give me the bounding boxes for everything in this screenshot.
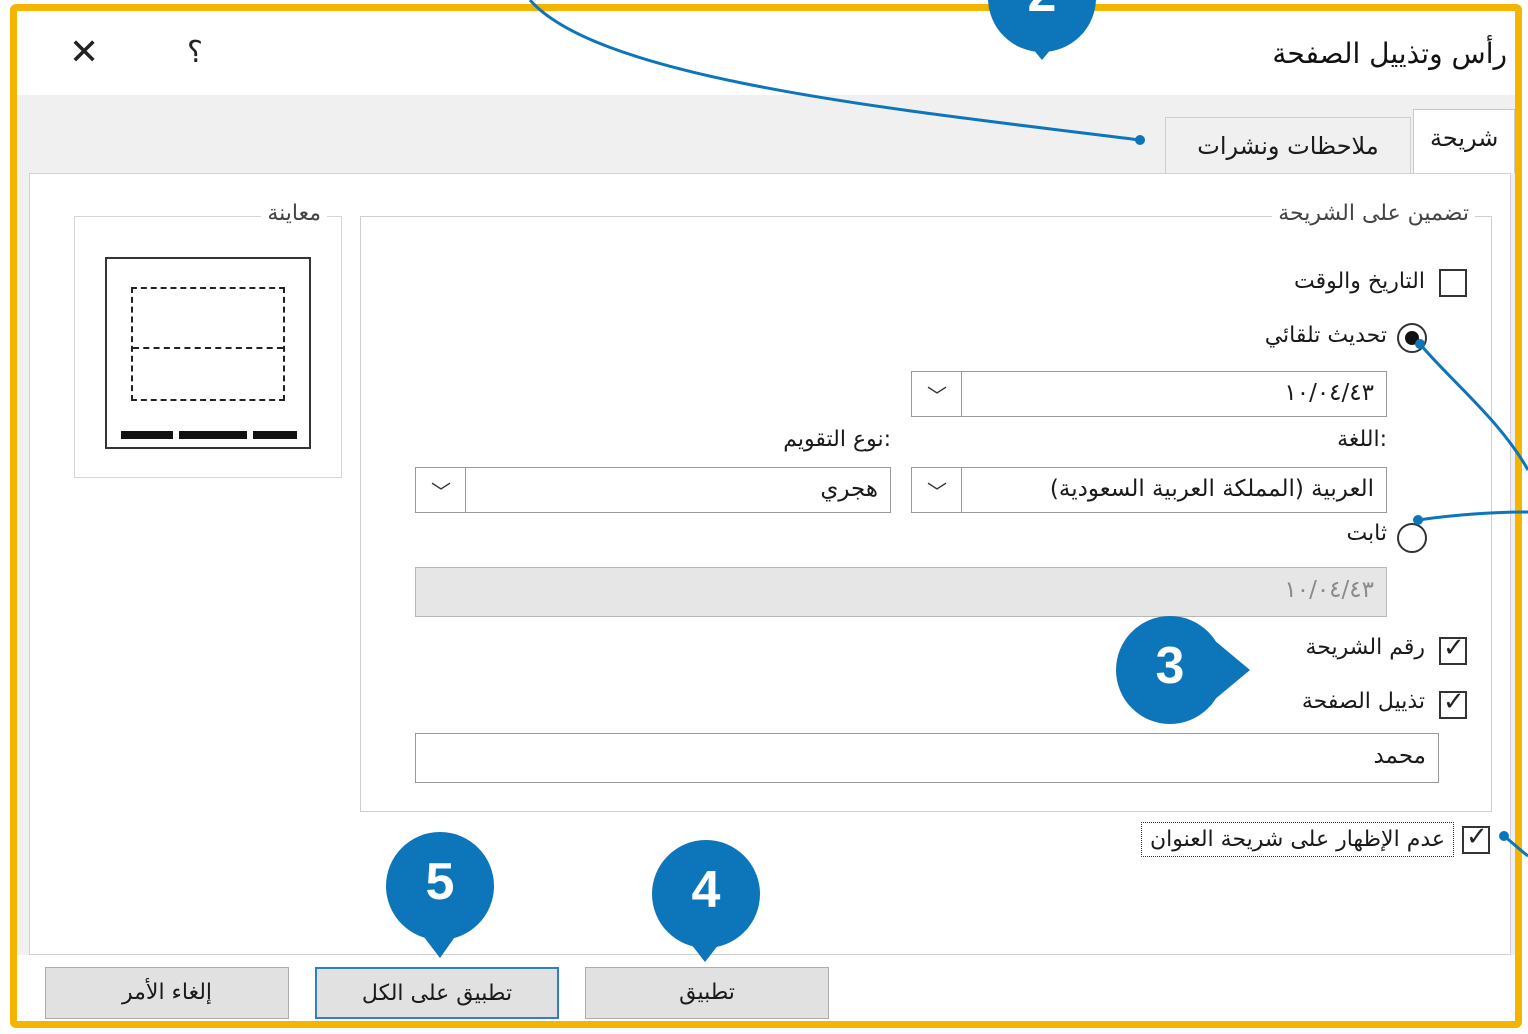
callout-dot — [1415, 339, 1425, 349]
callout-badge-4: 4 — [652, 840, 760, 948]
callout-lines — [414, 0, 1528, 962]
callout-dot — [1413, 515, 1423, 525]
callout-dot — [1499, 831, 1509, 841]
callout-line-fixed — [1417, 510, 1528, 522]
callout-badge-5: 5 — [386, 832, 494, 940]
callout-dot — [1135, 135, 1145, 145]
callout-badge-3: 3 — [1116, 616, 1224, 724]
callout-line-auto — [1418, 343, 1528, 471]
